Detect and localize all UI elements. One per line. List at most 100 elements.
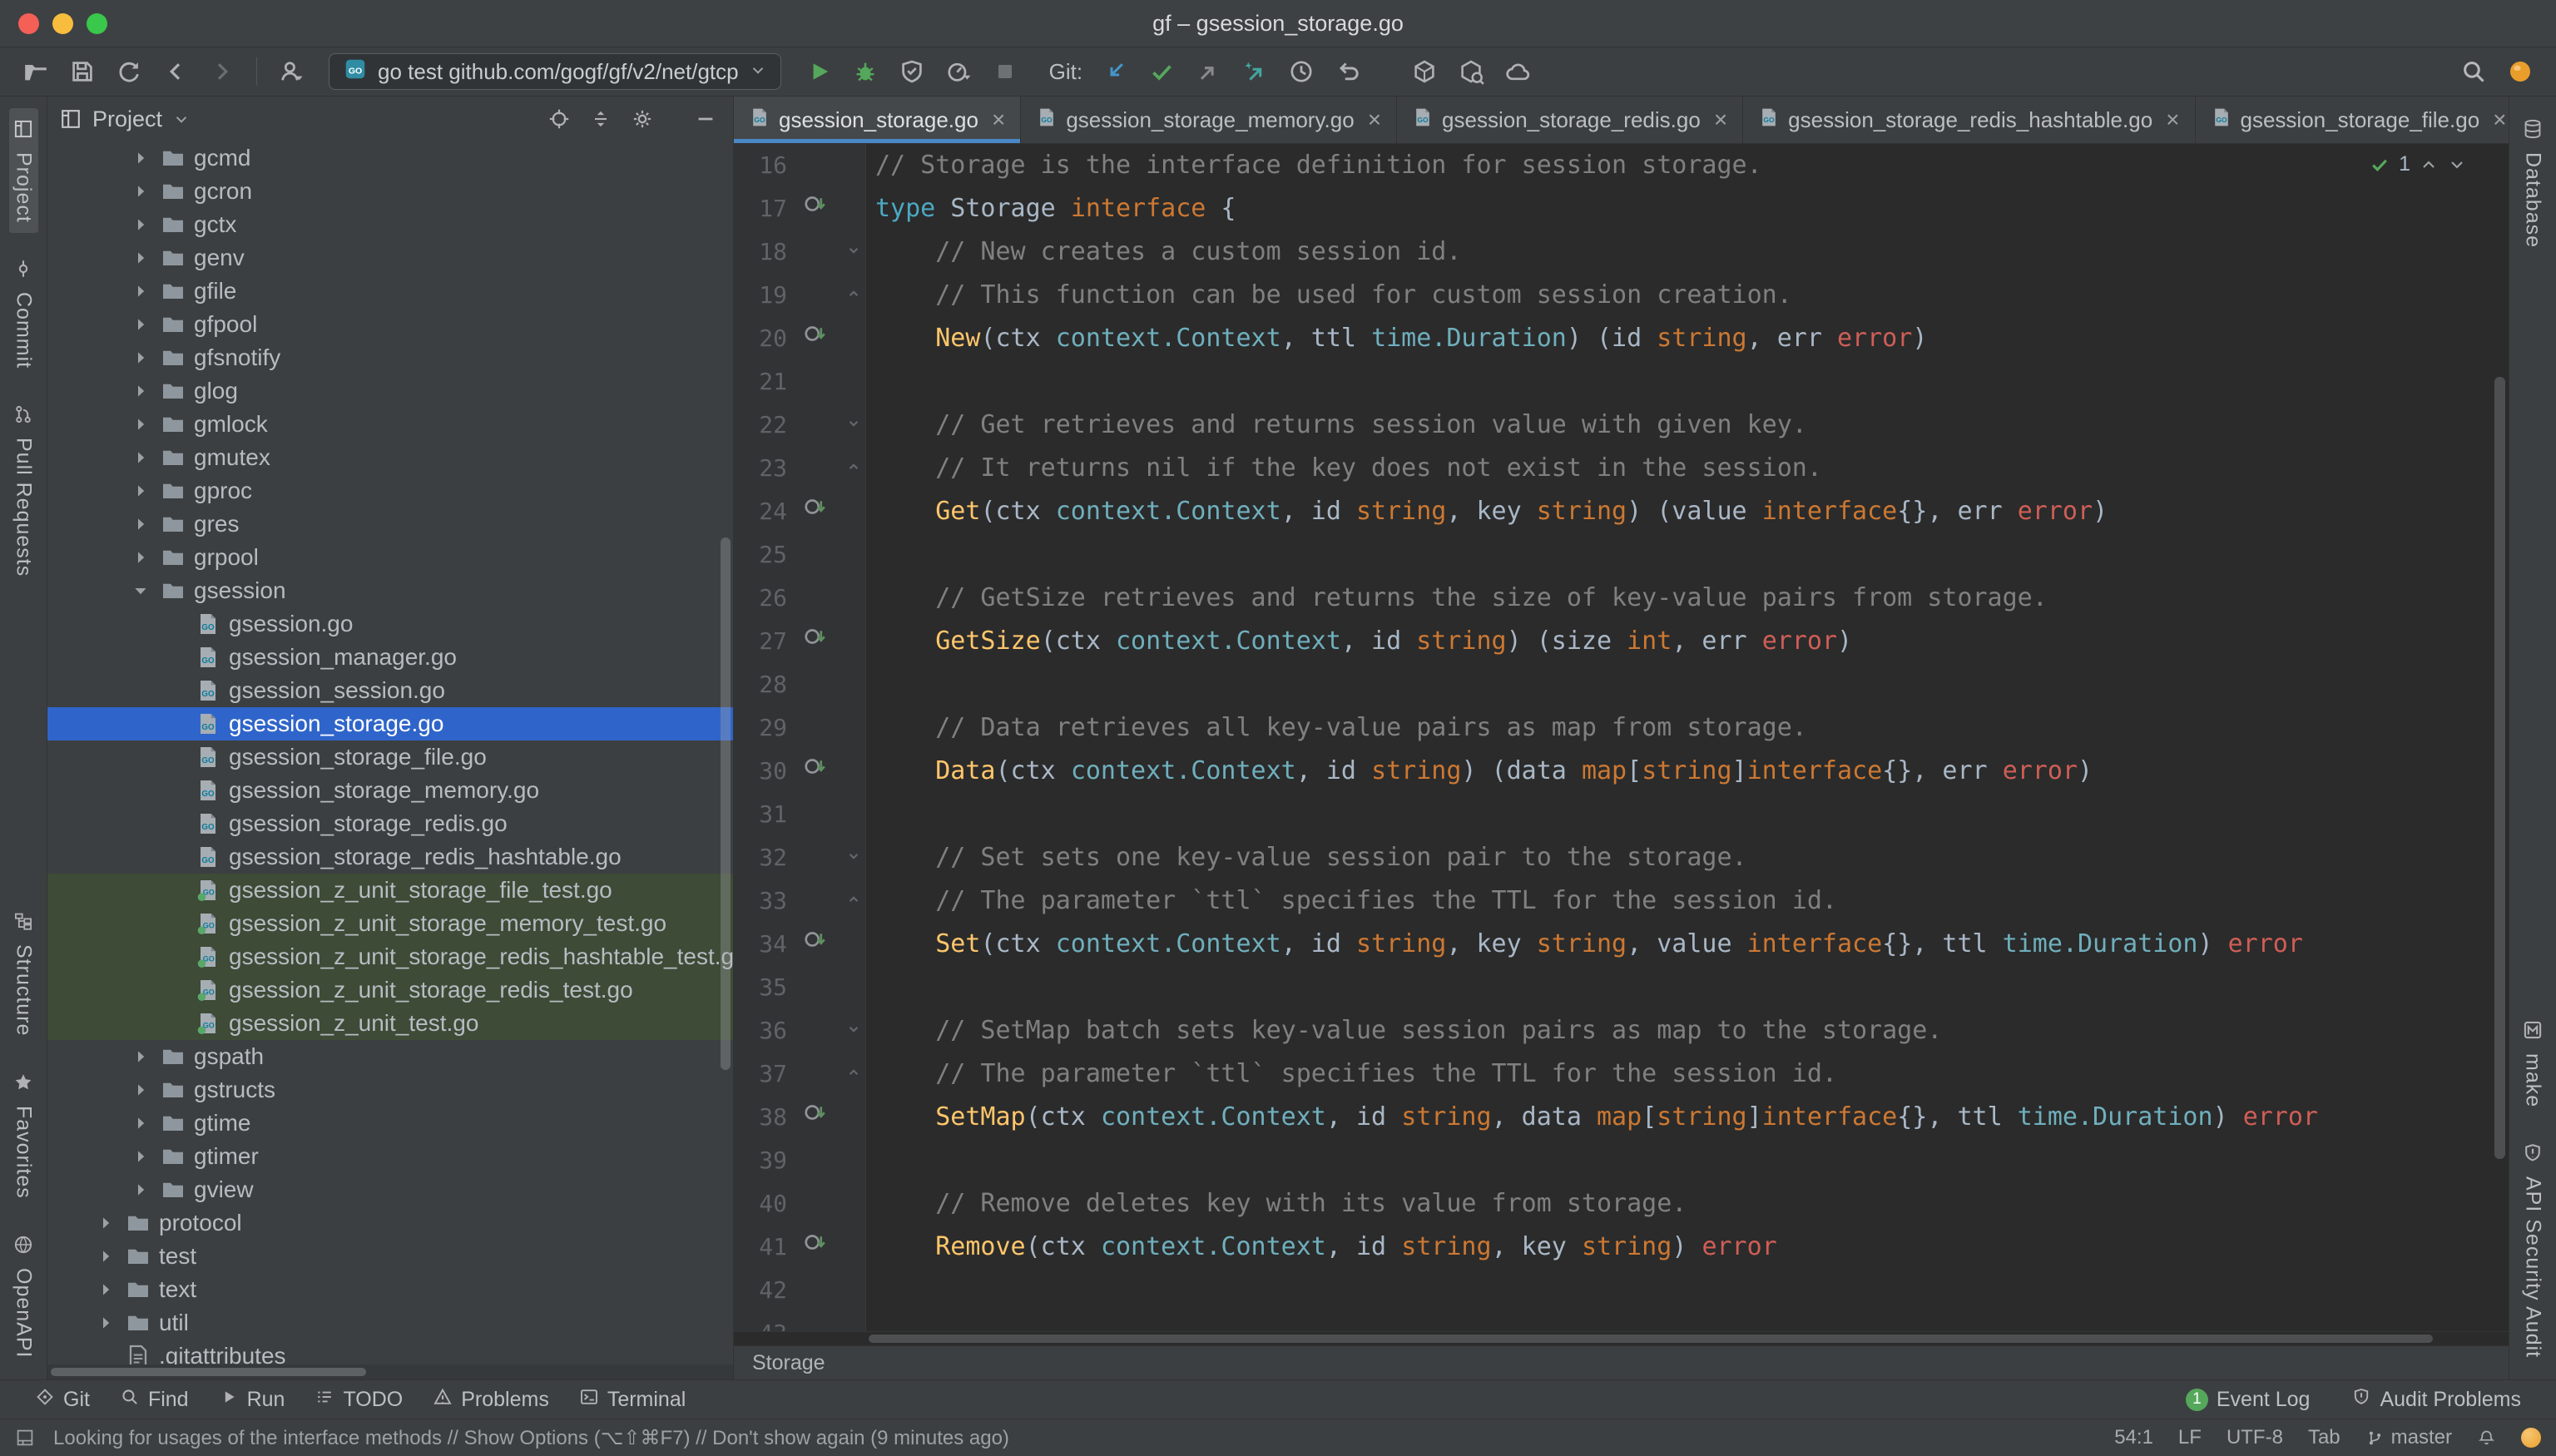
toolwindow-button-favorites[interactable]: Favorites	[9, 1062, 38, 1209]
code-line-16[interactable]: 16 // Storage is the interface definitio…	[734, 144, 2509, 187]
select-opened-file-button[interactable]	[543, 103, 575, 135]
editor-tab-gsession_storage.go[interactable]: GO gsession_storage.go ×	[734, 97, 1021, 143]
tree-chevron-icon[interactable]	[129, 1145, 152, 1168]
tree-chevron-icon[interactable]	[94, 1211, 117, 1235]
toolwindow-event-log[interactable]: 1Event Log	[2171, 1388, 2326, 1412]
code-line-43[interactable]: 43	[734, 1312, 2509, 1331]
minimize-button[interactable]	[52, 13, 73, 34]
editor-vscrollbar[interactable]	[2494, 377, 2505, 1159]
caret-position[interactable]: 54:1	[2114, 1426, 2153, 1449]
toolwindow-terminal[interactable]: Terminal	[564, 1380, 701, 1419]
stop-button[interactable]	[984, 52, 1026, 91]
user-button[interactable]	[270, 52, 312, 91]
tree-chevron-icon[interactable]	[129, 313, 152, 336]
tree-item-gsession_manager.go[interactable]: GO gsession_manager.go	[47, 641, 733, 674]
tree-item-gsession_storage_file.go[interactable]: GO gsession_storage_file.go	[47, 740, 733, 774]
run-button[interactable]	[798, 52, 840, 91]
update-indicator-icon[interactable]	[2521, 1428, 2541, 1448]
tree-chevron-icon[interactable]	[94, 1278, 117, 1301]
tree-chevron-icon[interactable]	[129, 479, 152, 503]
close-tab-icon[interactable]: ×	[992, 108, 1005, 131]
tree-item-gtime[interactable]: gtime	[47, 1107, 733, 1140]
tree-item-gctx[interactable]: gctx	[47, 208, 733, 241]
fold-marker-icon[interactable]	[845, 1009, 863, 1052]
panel-settings-button[interactable]	[627, 103, 658, 135]
implemented-by-icon[interactable]	[803, 750, 828, 793]
code-line-28[interactable]: 28	[734, 663, 2509, 706]
zoom-button[interactable]	[87, 13, 107, 34]
tree-item-gmutex[interactable]: gmutex	[47, 441, 733, 474]
toolwindow-button-make[interactable]: make	[2519, 1009, 2548, 1117]
tree-item-grpool[interactable]: grpool	[47, 541, 733, 574]
update-project-button[interactable]	[1094, 52, 1136, 91]
commit-button[interactable]	[1141, 52, 1182, 91]
tree-item-gsession_z_unit_storage_redis_hashtable_test.go[interactable]: GO gsession_z_unit_storage_redis_hashtab…	[47, 940, 733, 973]
profiler-button[interactable]	[938, 52, 979, 91]
inspection-widget[interactable]: 1	[2369, 152, 2467, 176]
project-view-mode[interactable]: Project	[92, 106, 162, 132]
implemented-by-icon[interactable]	[803, 620, 828, 663]
toolwindow-button-project[interactable]: Project	[9, 108, 38, 233]
indent-style[interactable]: Tab	[2308, 1426, 2341, 1449]
fold-marker-icon[interactable]	[845, 230, 863, 274]
code-line-30[interactable]: 30 Data(ctx context.Context, id string) …	[734, 750, 2509, 793]
tree-item-gfsnotify[interactable]: gfsnotify	[47, 341, 733, 374]
close-button[interactable]	[18, 13, 39, 34]
implemented-by-icon[interactable]	[803, 317, 828, 360]
code-line-27[interactable]: 27 GetSize(ctx context.Context, id strin…	[734, 620, 2509, 663]
code-editor[interactable]: 16 // Storage is the interface definitio…	[734, 144, 2509, 1331]
tree-chevron-icon[interactable]	[129, 246, 152, 270]
git-branch[interactable]: master	[2365, 1426, 2452, 1449]
code-line-37[interactable]: 37 // The parameter `ttl` specifies the …	[734, 1052, 2509, 1096]
tree-item-gsession_z_unit_storage_memory_test.go[interactable]: GO gsession_z_unit_storage_memory_test.g…	[47, 907, 733, 940]
tree-item-gsession_z_unit_storage_file_test.go[interactable]: GO gsession_z_unit_storage_file_test.go	[47, 874, 733, 907]
tree-item-gspath[interactable]: gspath	[47, 1040, 733, 1073]
code-line-29[interactable]: 29 // Data retrieves all key-value pairs…	[734, 706, 2509, 750]
tree-item-gsession_storage.go[interactable]: GO gsession_storage.go	[47, 707, 733, 740]
tree-chevron-icon[interactable]	[129, 446, 152, 469]
updates-button[interactable]	[2499, 52, 2541, 91]
tree-item-gsession_storage_memory.go[interactable]: GO gsession_storage_memory.go	[47, 774, 733, 807]
tree-chevron-icon[interactable]	[129, 513, 152, 536]
toolwindow-run[interactable]: Run	[204, 1380, 300, 1419]
tree-chevron-icon[interactable]	[129, 1045, 152, 1068]
toolwindow-button-commit[interactable]: Commit	[9, 248, 38, 379]
implemented-by-icon[interactable]	[803, 1226, 828, 1269]
tree-item-gsession_session.go[interactable]: GO gsession_session.go	[47, 674, 733, 707]
tree-item-glog[interactable]: glog	[47, 374, 733, 408]
code-line-36[interactable]: 36 // SetMap batch sets key-value sessio…	[734, 1009, 2509, 1052]
project-tree-hscrollbar[interactable]	[47, 1364, 733, 1379]
fetch-button[interactable]	[1234, 52, 1276, 91]
toolwindow-button-openapi[interactable]: OpenAPI	[9, 1224, 38, 1368]
code-line-42[interactable]: 42	[734, 1269, 2509, 1312]
debug-button[interactable]	[845, 52, 886, 91]
tree-item-test[interactable]: test	[47, 1240, 733, 1273]
fold-marker-icon[interactable]	[845, 274, 863, 317]
code-line-33[interactable]: 33 // The parameter `ttl` specifies the …	[734, 879, 2509, 923]
toolwindow-button-structure[interactable]: Structure	[9, 900, 38, 1046]
tree-item-gstructs[interactable]: gstructs	[47, 1073, 733, 1107]
editor-tab-gsession_storage_redis_hashtable.go[interactable]: GO gsession_storage_redis_hashtable.go ×	[1743, 97, 2195, 143]
fold-marker-icon[interactable]	[845, 879, 863, 923]
collapse-all-button[interactable]	[585, 103, 617, 135]
toolwindow-todo[interactable]: TODO	[300, 1380, 418, 1419]
code-line-25[interactable]: 25	[734, 533, 2509, 577]
tree-chevron-icon[interactable]	[129, 546, 152, 569]
close-tab-icon[interactable]: ×	[2166, 108, 2179, 131]
code-line-17[interactable]: 17 type Storage interface {	[734, 187, 2509, 230]
tree-chevron-icon[interactable]	[129, 346, 152, 369]
implemented-by-icon[interactable]	[803, 923, 828, 966]
tree-item-gsession_storage_redis.go[interactable]: GO gsession_storage_redis.go	[47, 807, 733, 840]
editor-tab-gsession_storage_memory.go[interactable]: GO gsession_storage_memory.go ×	[1021, 97, 1397, 143]
code-line-40[interactable]: 40 // Remove deletes key with its value …	[734, 1182, 2509, 1226]
tree-chevron-icon[interactable]	[129, 1112, 152, 1135]
tree-chevron-icon[interactable]	[129, 1178, 152, 1201]
tree-chevron-icon[interactable]	[129, 146, 152, 170]
tree-chevron-icon[interactable]	[129, 180, 152, 203]
close-tab-icon[interactable]: ×	[1368, 108, 1381, 131]
tree-chevron-icon[interactable]	[129, 579, 152, 602]
tree-item-gsession_z_unit_storage_redis_test.go[interactable]: GO gsession_z_unit_storage_redis_test.go	[47, 973, 733, 1007]
code-line-24[interactable]: 24 Get(ctx context.Context, id string, k…	[734, 490, 2509, 533]
chevron-down-icon[interactable]	[172, 110, 191, 128]
toolwindow-find[interactable]: Find	[105, 1380, 204, 1419]
